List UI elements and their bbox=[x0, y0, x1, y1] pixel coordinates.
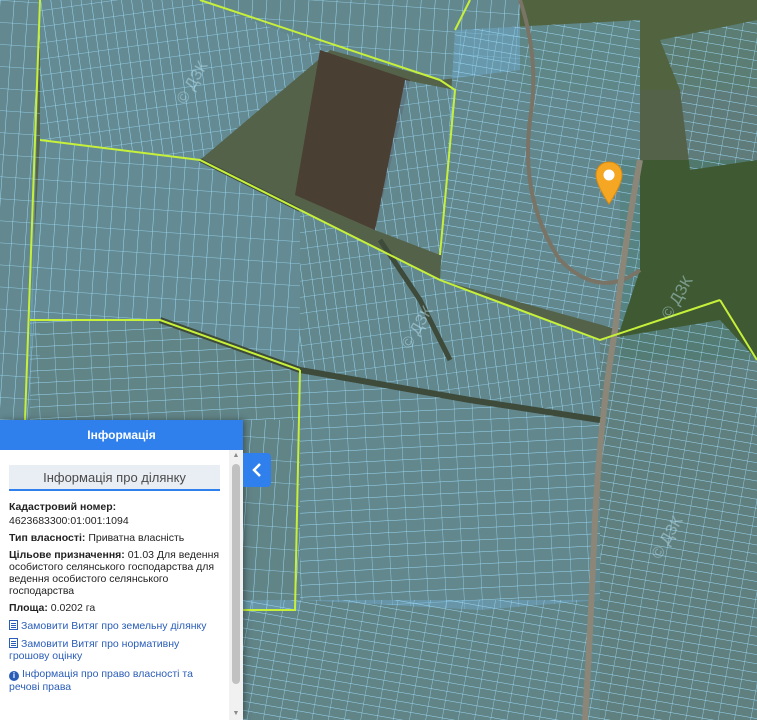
panel-body: Інформація про ділянку Кадастровий номер… bbox=[0, 450, 229, 720]
ownership-info-link[interactable]: i Інформація про право власності та речов… bbox=[9, 668, 220, 693]
location-pin-icon[interactable] bbox=[593, 160, 625, 208]
purpose: Цільове призначення: 01.03 Для ведення о… bbox=[9, 549, 220, 597]
document-icon bbox=[9, 620, 18, 630]
panel-scrollbar[interactable]: ▲ ▼ bbox=[229, 450, 243, 720]
info-panel: Інформація Інформація про ділянку Кадаст… bbox=[0, 420, 243, 720]
area: Площа: 0.0202 га bbox=[9, 602, 220, 614]
ownership-value: Приватна власність bbox=[88, 532, 185, 544]
cadastral-number-label: Кадастровий номер: bbox=[9, 501, 117, 513]
document-icon bbox=[9, 638, 18, 648]
scroll-up-arrow-icon[interactable]: ▲ bbox=[229, 450, 243, 462]
scroll-thumb[interactable] bbox=[232, 464, 240, 684]
purpose-label: Цільове призначення: bbox=[9, 549, 125, 561]
panel-header: Інформація bbox=[0, 420, 243, 450]
ownership-label: Тип власності: bbox=[9, 532, 86, 544]
section-title: Інформація про ділянку bbox=[9, 465, 220, 491]
area-value: 0.0202 га bbox=[50, 602, 96, 614]
order-land-extract-link[interactable]: Замовити Витяг про земельну ділянку bbox=[9, 620, 220, 632]
cadastral-number-value: 4623683300:01:001:1094 bbox=[9, 515, 129, 527]
chevron-left-icon bbox=[252, 463, 261, 477]
area-label: Площа: bbox=[9, 602, 48, 614]
order-valuation-extract-link[interactable]: Замовити Витяг про нормативну грошову оц… bbox=[9, 638, 220, 662]
collapse-panel-button[interactable] bbox=[243, 453, 271, 487]
info-icon: i bbox=[9, 671, 19, 681]
ownership-type: Тип власності: Приватна власність bbox=[9, 532, 220, 544]
scroll-down-arrow-icon[interactable]: ▼ bbox=[229, 708, 243, 720]
